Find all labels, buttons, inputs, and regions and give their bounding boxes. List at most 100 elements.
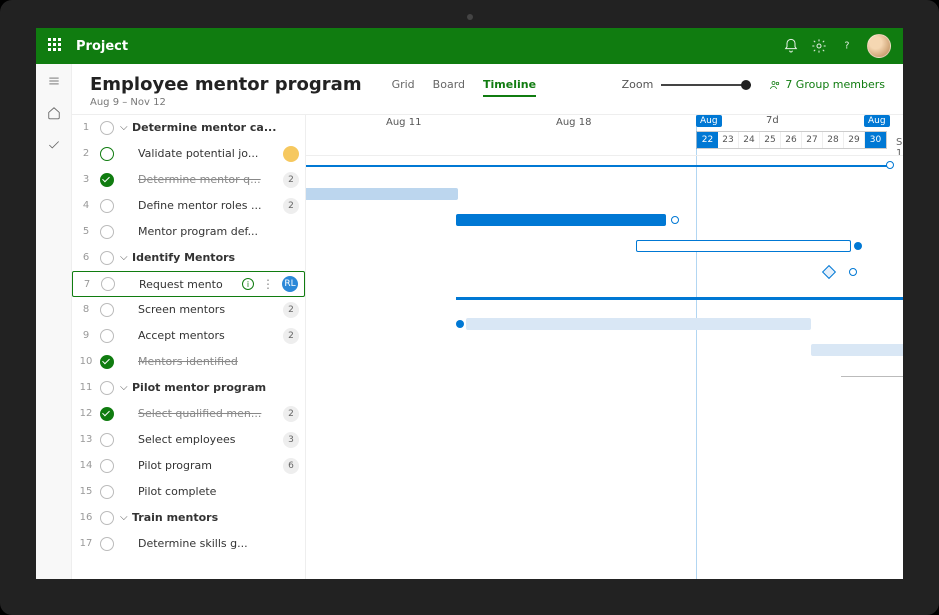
task-complete-toggle[interactable] <box>100 537 114 551</box>
task-complete-toggle[interactable] <box>100 329 114 343</box>
task-row[interactable]: 4Define mentor roles ...2 <box>72 193 305 219</box>
info-icon[interactable]: i <box>242 278 254 290</box>
user-avatar[interactable] <box>867 34 891 58</box>
expand-chevron-icon[interactable]: ⌵ <box>120 512 130 523</box>
summary-bar[interactable] <box>306 165 891 167</box>
task-row[interactable]: 12Select qualified men...2 <box>72 401 305 427</box>
task-complete-toggle[interactable] <box>100 121 114 135</box>
task-name[interactable]: Determine mentor ca... <box>130 121 299 134</box>
gantt-bar[interactable] <box>636 240 851 252</box>
ruler-day[interactable]: 22 <box>697 132 718 148</box>
task-number: 8 <box>78 304 94 315</box>
home-icon[interactable] <box>47 106 61 120</box>
gantt-timeline[interactable]: Aug 11 Aug 18 Aug 7d Aug 222324252627282… <box>306 115 903 579</box>
task-name[interactable]: Select qualified men... <box>130 407 279 420</box>
task-name[interactable]: Request mento <box>131 278 242 291</box>
task-name[interactable]: Mentor program def... <box>130 225 299 238</box>
ruler-day[interactable]: 29 <box>844 132 865 148</box>
task-row[interactable]: 5Mentor program def... <box>72 219 305 245</box>
task-name[interactable]: Identify Mentors <box>130 251 299 264</box>
ruler-day[interactable]: 23 <box>718 132 739 148</box>
task-complete-toggle[interactable] <box>100 511 114 525</box>
gantt-bar[interactable] <box>306 188 458 200</box>
checkmark-icon[interactable] <box>47 138 61 152</box>
task-name[interactable]: Pilot complete <box>130 485 299 498</box>
ruler-day[interactable]: 28 <box>823 132 844 148</box>
zoom-thumb[interactable] <box>741 80 751 90</box>
milestone-marker[interactable] <box>822 265 836 279</box>
expand-chevron-icon[interactable]: ⌵ <box>120 122 130 133</box>
task-complete-toggle[interactable] <box>100 251 114 265</box>
expand-chevron-icon[interactable]: ⌵ <box>120 382 130 393</box>
zoom-slider[interactable] <box>661 84 751 86</box>
task-complete-toggle[interactable] <box>100 355 114 369</box>
task-complete-toggle[interactable] <box>100 225 114 239</box>
view-grid[interactable]: Grid <box>392 78 415 97</box>
task-row[interactable]: 14Pilot program6 <box>72 453 305 479</box>
task-complete-toggle[interactable] <box>100 303 114 317</box>
task-row[interactable]: 9Accept mentors2 <box>72 323 305 349</box>
assignee-avatar[interactable] <box>283 146 299 162</box>
more-icon[interactable]: ⋮ <box>258 277 278 291</box>
task-number: 11 <box>78 382 94 393</box>
left-rail <box>36 64 72 579</box>
ruler-day[interactable]: 27 <box>802 132 823 148</box>
view-board[interactable]: Board <box>433 78 465 97</box>
task-name[interactable]: Determine skills g... <box>130 537 299 550</box>
task-complete-toggle[interactable] <box>100 381 114 395</box>
ruler-day[interactable]: 30 <box>865 132 886 148</box>
gantt-bar[interactable] <box>456 214 666 226</box>
help-icon[interactable]: ? <box>839 38 855 54</box>
task-name[interactable]: Pilot mentor program <box>130 381 299 394</box>
task-name[interactable]: Accept mentors <box>130 329 279 342</box>
view-timeline[interactable]: Timeline <box>483 78 536 97</box>
ruler-day[interactable]: 25 <box>760 132 781 148</box>
menu-collapse-icon[interactable] <box>47 74 61 88</box>
task-name[interactable]: Define mentor roles ... <box>130 199 279 212</box>
gantt-bar[interactable] <box>466 318 811 330</box>
task-row[interactable]: 1⌵Determine mentor ca... <box>72 115 305 141</box>
task-row[interactable]: 3Determine mentor q...2 <box>72 167 305 193</box>
task-complete-toggle[interactable] <box>100 173 114 187</box>
summary-bar[interactable] <box>456 297 903 300</box>
settings-icon[interactable] <box>811 38 827 54</box>
task-name[interactable]: Train mentors <box>130 511 299 524</box>
task-row[interactable]: 2Validate potential jo... <box>72 141 305 167</box>
task-name[interactable]: Pilot program <box>130 459 279 472</box>
task-complete-toggle[interactable] <box>100 199 114 213</box>
task-row[interactable]: 7Request mentoi⋮RL <box>72 271 305 297</box>
gantt-bar[interactable] <box>811 344 903 356</box>
subtask-count-badge: 2 <box>283 328 299 344</box>
end-marker <box>886 161 894 169</box>
ruler-day[interactable]: 24 <box>739 132 760 148</box>
expand-chevron-icon[interactable]: ⌵ <box>120 252 130 263</box>
task-row[interactable]: 15Pilot complete <box>72 479 305 505</box>
task-complete-toggle[interactable] <box>100 407 114 421</box>
subtask-count-badge: 2 <box>283 406 299 422</box>
task-complete-toggle[interactable] <box>100 147 114 161</box>
task-row[interactable]: 8Screen mentors2 <box>72 297 305 323</box>
task-complete-toggle[interactable] <box>100 433 114 447</box>
task-name[interactable]: Validate potential jo... <box>130 147 279 160</box>
group-members-button[interactable]: 7 Group members <box>769 78 885 91</box>
task-row[interactable]: 6⌵Identify Mentors <box>72 245 305 271</box>
task-name[interactable]: Determine mentor q... <box>130 173 279 186</box>
task-row[interactable]: 13Select employees3 <box>72 427 305 453</box>
task-row[interactable]: 11 ⌵Pilot mentor program <box>72 375 305 401</box>
task-row[interactable]: 17Determine skills g... <box>72 531 305 557</box>
task-row[interactable]: 16⌵Train mentors <box>72 505 305 531</box>
task-complete-toggle[interactable] <box>101 277 115 291</box>
task-complete-toggle[interactable] <box>100 485 114 499</box>
task-row[interactable]: 10Mentors identified <box>72 349 305 375</box>
ruler-day[interactable]: 26 <box>781 132 802 148</box>
app-launcher-icon[interactable] <box>48 38 64 54</box>
ruler-highlight-start: Aug <box>696 115 722 127</box>
task-number: 13 <box>78 434 94 445</box>
task-name[interactable]: Select employees <box>130 433 279 446</box>
task-complete-toggle[interactable] <box>100 459 114 473</box>
task-name[interactable]: Screen mentors <box>130 303 279 316</box>
notifications-icon[interactable] <box>783 38 799 54</box>
assignee-initials[interactable]: RL <box>282 276 298 292</box>
task-name[interactable]: Mentors identified <box>130 355 299 368</box>
gantt-bar[interactable] <box>841 376 903 377</box>
